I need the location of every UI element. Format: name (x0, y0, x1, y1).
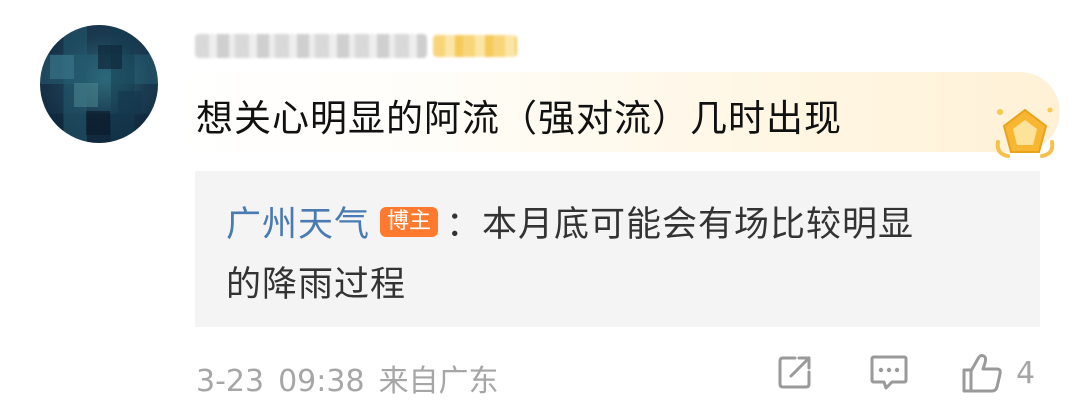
comment-icon (870, 355, 908, 390)
reply-text-line-2: 的降雨过程 (226, 265, 407, 305)
like-count: 4 (1016, 355, 1036, 391)
reply-text-line-1: 本月底可能会有场比较明显 (482, 205, 915, 245)
comment-date: 3-23 (196, 364, 265, 399)
share-icon (778, 356, 811, 389)
reply-author-link[interactable]: 广州天气 (226, 196, 370, 247)
comment-text: 想关心明显的阿流（强对流）几时出现 (196, 97, 842, 140)
comment-button[interactable] (868, 352, 910, 392)
thumbs-up-icon (962, 354, 1002, 393)
comment-location: 来自广东 (378, 364, 499, 399)
share-button[interactable] (775, 352, 815, 392)
user-avatar[interactable] (40, 25, 158, 143)
vip-badge-icon (990, 98, 1060, 168)
comment-time: 09:38 (278, 364, 365, 399)
reply-line-1: 广州天气 博主 ： 本月底可能会有场比较明显 (226, 196, 914, 247)
redacted-name-block (195, 34, 427, 58)
blogger-tag-badge: 博主 (380, 206, 439, 237)
reply-separator: ： (446, 205, 483, 245)
redacted-level-badge (433, 35, 517, 57)
username-redacted[interactable] (195, 34, 517, 58)
like-button[interactable]: 4 (960, 352, 1035, 394)
footer-meta: 3-23 09:38 来自广东 (196, 356, 513, 400)
